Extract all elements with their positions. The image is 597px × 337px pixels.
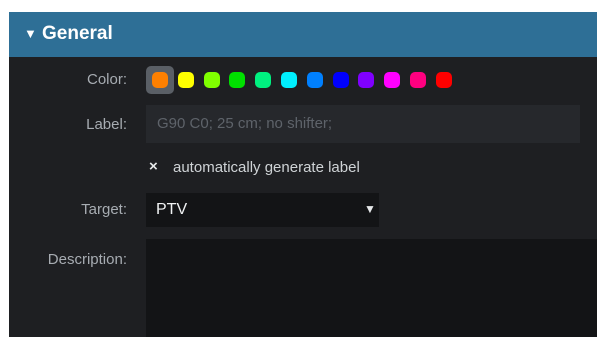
color-swatch[interactable] <box>249 66 277 94</box>
general-panel: ▼ General Color: Label: G90 C0; 25 cm; n… <box>9 12 597 337</box>
color-swatch[interactable] <box>146 66 174 94</box>
color-label: Color: <box>86 71 127 88</box>
color-swatch-fill <box>229 72 246 88</box>
color-swatch-fill <box>255 72 272 88</box>
color-swatch-fill <box>410 72 426 88</box>
color-swatch-fill <box>306 72 323 88</box>
label-input[interactable]: G90 C0; 25 cm; no shifter; <box>146 105 580 143</box>
color-swatch-row <box>146 66 486 94</box>
section-title: General <box>42 23 113 44</box>
target-select[interactable]: PTV ▼ <box>146 193 379 227</box>
description-textarea[interactable] <box>146 239 597 337</box>
color-swatch[interactable] <box>378 66 406 94</box>
auto-label-text[interactable]: automatically generate label <box>173 159 360 176</box>
dropdown-arrow-icon: ▼ <box>364 202 376 216</box>
auto-label-checkbox[interactable]: × <box>149 158 158 175</box>
color-swatch-fill <box>332 72 349 88</box>
color-swatch[interactable] <box>172 66 200 94</box>
target-label: Target: <box>81 201 127 218</box>
color-swatch-fill <box>177 72 194 88</box>
color-swatch[interactable] <box>275 66 303 94</box>
color-swatch[interactable] <box>352 66 380 94</box>
target-select-value: PTV <box>156 201 188 218</box>
color-swatch-fill <box>384 72 401 88</box>
color-swatch[interactable] <box>198 66 226 94</box>
color-swatch-fill <box>358 72 375 88</box>
color-swatch[interactable] <box>223 66 251 94</box>
description-label: Description: <box>47 251 127 268</box>
color-swatch[interactable] <box>327 66 355 94</box>
color-swatch-fill <box>203 72 220 88</box>
color-swatch-fill <box>435 72 452 88</box>
color-swatch-fill <box>281 72 297 88</box>
label-input-placeholder: G90 C0; 25 cm; no shifter; <box>157 115 333 132</box>
color-swatch[interactable] <box>404 66 432 94</box>
color-swatch[interactable] <box>430 66 458 94</box>
collapse-triangle-icon[interactable]: ▼ <box>24 25 37 43</box>
color-swatch[interactable] <box>301 66 329 94</box>
section-header[interactable]: ▼ General <box>9 12 597 57</box>
label-field-label: Label: <box>86 116 127 133</box>
color-swatch-fill <box>152 72 168 88</box>
